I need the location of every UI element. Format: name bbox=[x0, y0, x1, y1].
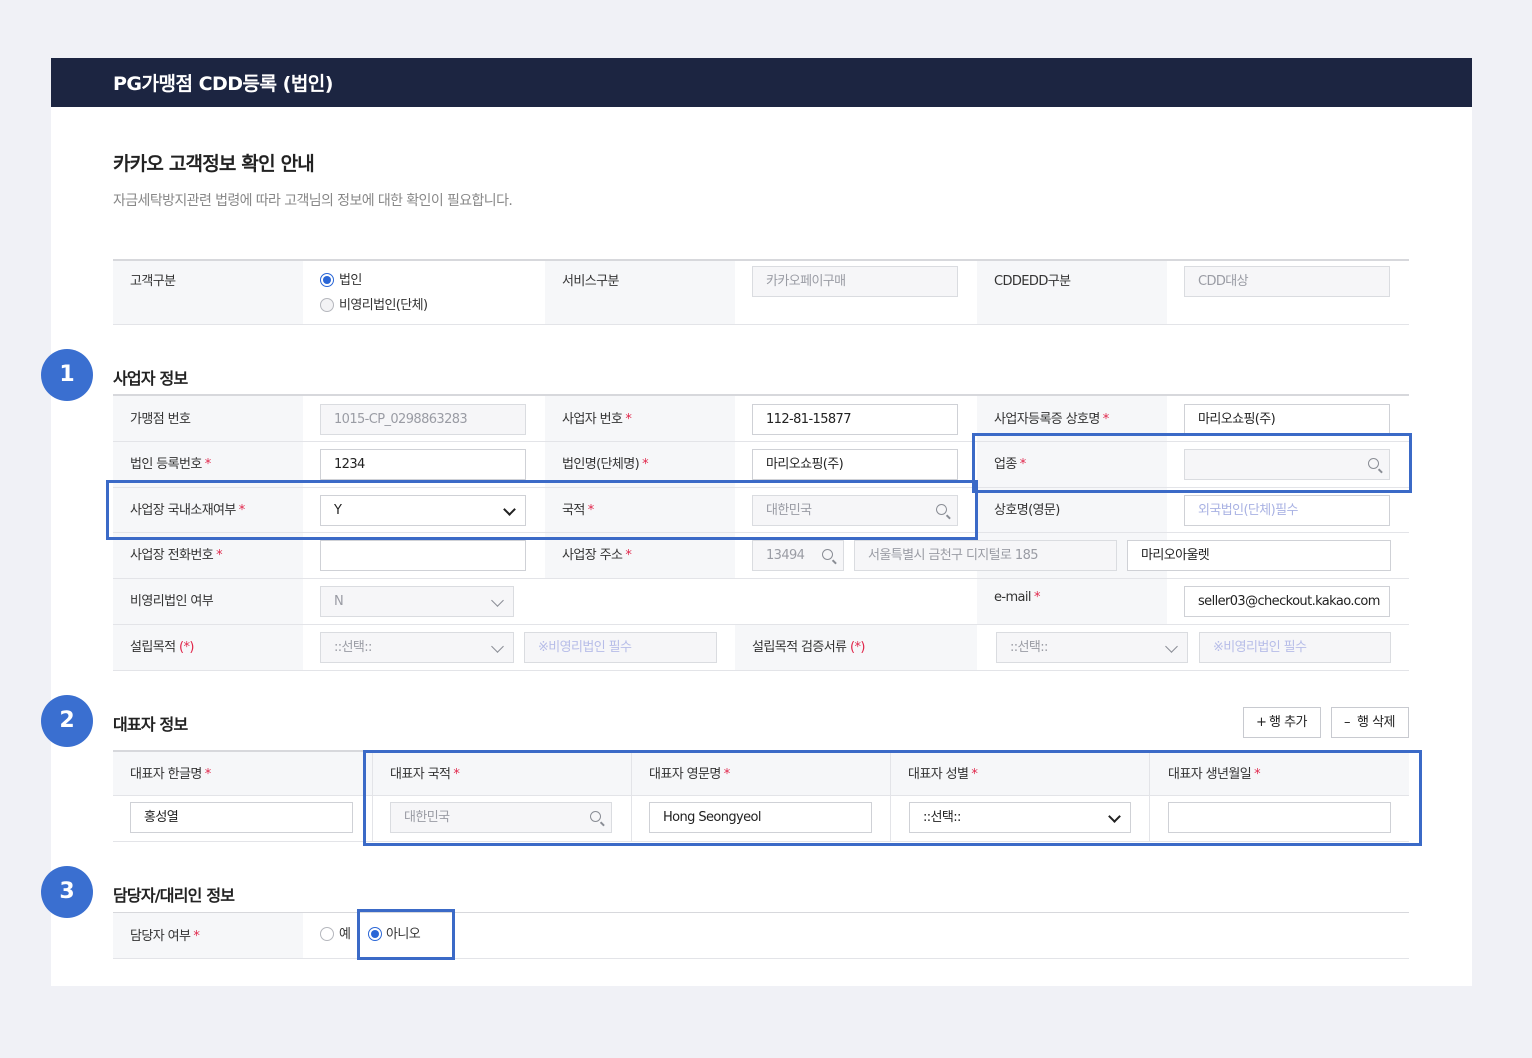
required-mark: * bbox=[642, 457, 649, 472]
representative-info-title: 대표자 정보 bbox=[113, 715, 188, 734]
page-header: PG가맹점 CDD등록 (법인) bbox=[51, 58, 1472, 107]
corp-name-label: 법인명(단체명) bbox=[562, 457, 640, 472]
step-badge-2: 2 bbox=[41, 695, 93, 747]
required-mark: * bbox=[1102, 412, 1109, 427]
highlight-domestic-country bbox=[106, 480, 978, 540]
chevron-down-icon bbox=[491, 594, 504, 607]
service-type-field: 카카오페이구매 bbox=[752, 266, 958, 297]
nonprofit-label: 비영리법인 여부 bbox=[130, 594, 214, 609]
purpose-doc-label: 설립목적 검증서류 bbox=[752, 640, 847, 655]
corp-name-input[interactable]: 마리오쇼핑(주) bbox=[752, 449, 958, 480]
chevron-down-icon bbox=[491, 640, 504, 653]
corp-reg-label: 법인 등록번호 bbox=[130, 457, 202, 472]
is-manager-label: 담당자 여부 bbox=[130, 929, 191, 944]
chevron-down-icon bbox=[1165, 640, 1178, 653]
service-type-label: 서비스구분 bbox=[562, 274, 619, 289]
email-input[interactable]: seller03@checkout.kakao.com bbox=[1184, 586, 1390, 617]
cdd-type-field: CDD대상 bbox=[1184, 266, 1390, 297]
step-badge-3: 3 bbox=[41, 866, 93, 918]
customer-type-nonprofit-radio[interactable] bbox=[320, 298, 334, 312]
search-icon[interactable] bbox=[822, 549, 833, 560]
phone-label: 사업장 전화번호 bbox=[130, 548, 214, 563]
merchant-no-field: 1015-CP_0298863283 bbox=[320, 404, 526, 435]
biz-no-input[interactable]: 112-81-15877 bbox=[752, 404, 958, 435]
required-mark: * bbox=[204, 767, 211, 782]
nonprofit-select: N bbox=[320, 586, 514, 617]
required-mark: * bbox=[625, 412, 632, 427]
biz-name-input[interactable]: 마리오쇼핑(주) bbox=[1184, 404, 1390, 435]
required-mark: * bbox=[1033, 590, 1040, 605]
step-badge-1: 1 bbox=[41, 349, 93, 401]
intro-subtitle: 자금세탁방지관련 법령에 따라 고객님의 정보에 대한 확인이 필요합니다. bbox=[113, 193, 513, 209]
required-mark: (*) bbox=[849, 640, 865, 655]
biz-name-label: 사업자등록증 상호명 bbox=[994, 412, 1100, 427]
purpose-label: 설립목적 bbox=[130, 640, 176, 655]
merchant-no-label: 가맹점 번호 bbox=[130, 412, 191, 427]
col-korean-name: 대표자 한글명 bbox=[130, 767, 202, 782]
purpose-note-field: ※비영리법인 필수 bbox=[524, 632, 717, 663]
eng-name-label: 상호명(영문) bbox=[994, 503, 1060, 518]
email-label: e-mail bbox=[994, 590, 1032, 605]
is-manager-yes-radio[interactable] bbox=[320, 927, 334, 941]
delete-row-button[interactable]: – 행 삭제 bbox=[1331, 707, 1409, 738]
customer-type-nonprofit-label: 비영리법인(단체) bbox=[339, 298, 428, 313]
purpose-doc-select: ::선택:: bbox=[996, 632, 1188, 663]
add-row-button[interactable]: + 행 추가 bbox=[1243, 707, 1321, 738]
required-mark: * bbox=[204, 457, 211, 472]
biz-no-label: 사업자 번호 bbox=[562, 412, 623, 427]
manager-info-title: 담당자/대리인 정보 bbox=[113, 886, 235, 905]
required-mark: * bbox=[193, 929, 200, 944]
customer-type-label: 고객구분 bbox=[130, 274, 176, 289]
phone-input[interactable] bbox=[320, 540, 526, 571]
zip-search-field[interactable]: 13494 bbox=[752, 540, 844, 571]
page-header-title: PG가맹점 CDD등록 (법인) bbox=[113, 73, 333, 95]
required-mark: (*) bbox=[179, 640, 194, 655]
purpose-select: ::선택:: bbox=[320, 632, 514, 663]
intro-title: 카카오 고객정보 확인 안내 bbox=[113, 153, 315, 175]
customer-type-corp-label: 법인 bbox=[339, 273, 362, 288]
highlight-representative-fields bbox=[363, 750, 1422, 846]
address-label: 사업장 주소 bbox=[562, 548, 623, 563]
customer-type-corp-radio[interactable] bbox=[320, 273, 334, 287]
business-info-title: 사업자 정보 bbox=[113, 369, 188, 388]
is-manager-yes-label: 예 bbox=[339, 927, 351, 942]
purpose-doc-note-field: ※비영리법인 필수 bbox=[1199, 632, 1391, 663]
rep-korean-name-input[interactable]: 홍성열 bbox=[130, 802, 353, 833]
cdd-type-label: CDDEDD구분 bbox=[994, 274, 1071, 289]
address2-input[interactable]: 마리오아울렛 bbox=[1127, 540, 1391, 571]
highlight-manager-no bbox=[357, 909, 455, 960]
required-mark: * bbox=[625, 548, 632, 563]
eng-name-input[interactable]: 외국법인(단체)필수 bbox=[1184, 495, 1390, 526]
required-mark: * bbox=[216, 548, 222, 563]
highlight-industry bbox=[972, 433, 1412, 493]
corp-reg-input[interactable]: 1234 bbox=[320, 449, 526, 480]
address1-field: 서울특별시 금천구 디지털로 185 bbox=[854, 540, 1117, 571]
